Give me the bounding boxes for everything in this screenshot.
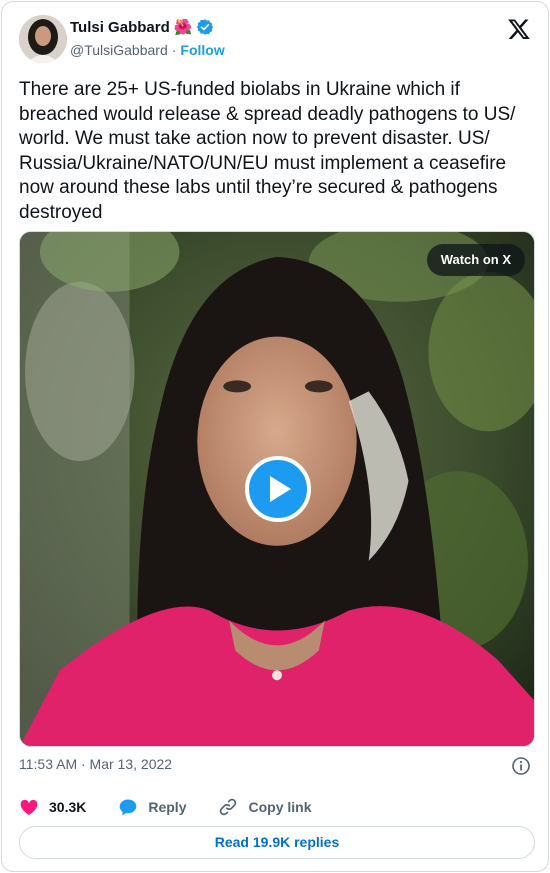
watch-on-x-button[interactable]: Watch on X	[426, 244, 525, 276]
copy-link-button[interactable]: Copy link	[218, 797, 312, 817]
avatar-image	[19, 15, 67, 63]
copy-link-label: Copy link	[248, 799, 312, 815]
tweet-meta: 11:53 AM · Mar 13, 2022	[19, 756, 531, 776]
like-button[interactable]: 30.3K	[19, 797, 86, 817]
author-name-row: Tulsi Gabbard 🌺	[70, 18, 214, 36]
hibiscus-emoji: 🌺	[173, 18, 193, 36]
tweet-card: Tulsi Gabbard 🌺 @TulsiGabbard · Follow T…	[1, 1, 549, 872]
info-icon[interactable]	[511, 756, 531, 776]
video-player[interactable]: Watch on X	[19, 231, 535, 747]
verified-badge-icon	[197, 19, 214, 35]
reply-button[interactable]: Reply	[118, 797, 186, 817]
author-name[interactable]: Tulsi Gabbard	[70, 19, 170, 36]
like-count: 30.3K	[49, 799, 87, 815]
author-handle[interactable]: @TulsiGabbard	[70, 42, 168, 58]
tweet-timestamp[interactable]: 11:53 AM · Mar 13, 2022	[19, 756, 172, 772]
reply-bubble-icon	[120, 799, 137, 816]
heart-icon	[20, 799, 38, 815]
reply-label: Reply	[148, 799, 187, 815]
read-replies-button[interactable]: Read 19.9K replies	[19, 826, 535, 859]
author-handle-row: @TulsiGabbard · Follow	[70, 42, 225, 58]
separator-dot: ·	[171, 42, 177, 58]
link-icon	[220, 798, 237, 816]
tweet-text: There are 25+ US-funded biolabs in Ukrai…	[19, 79, 521, 223]
x-logo-icon[interactable]	[507, 17, 531, 41]
play-button[interactable]	[245, 456, 311, 522]
avatar[interactable]	[19, 15, 67, 63]
tweet-actions: 30.3K Reply Copy link	[19, 795, 531, 819]
tweet-header: Tulsi Gabbard 🌺 @TulsiGabbard · Follow	[19, 13, 531, 65]
follow-button[interactable]: Follow	[180, 42, 224, 58]
play-icon	[270, 476, 291, 502]
